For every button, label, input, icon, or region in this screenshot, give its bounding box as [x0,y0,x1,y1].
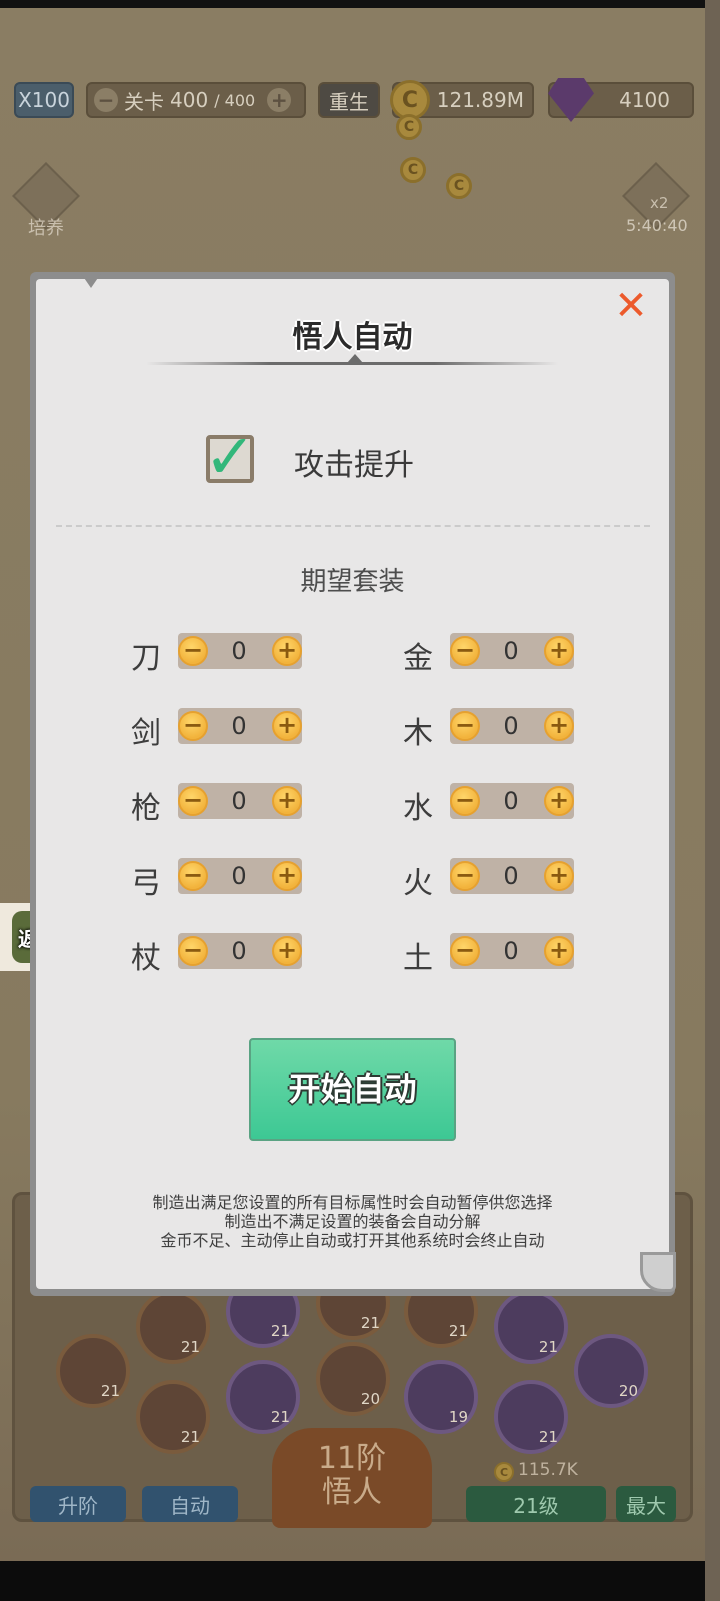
set-label: 剑 [131,716,161,751]
plus-button[interactable]: + [272,711,302,741]
set-value: 0 [231,637,247,665]
minus-button[interactable]: − [450,636,480,666]
expected-set-title: 期望套装 [300,567,405,597]
set-label: 枪 [131,791,161,826]
set-value: 0 [503,637,519,665]
auto-button[interactable]: 自动 [142,1486,238,1522]
minus-button[interactable]: − [178,936,208,966]
rank-line2: 悟人 [322,1475,382,1510]
minus-button[interactable]: − [450,936,480,966]
set-label: 杖 [131,941,161,976]
level-current: 400 [170,88,209,112]
minus-button[interactable]: − [178,786,208,816]
cultivate-label: 培养 [28,218,64,239]
level-label: 关卡 [124,89,164,114]
boost-label: x2 [650,194,669,212]
plus-button[interactable]: + [544,786,574,816]
level-stepper[interactable]: 21级 [466,1486,606,1522]
set-value: 0 [503,862,519,890]
plus-button[interactable]: + [272,786,302,816]
attack-boost-label: 攻击提升 [294,448,414,483]
plus-button[interactable]: + [544,711,574,741]
multiplier-button[interactable]: X100 [14,82,74,118]
set-value: 0 [231,937,247,965]
close-icon[interactable]: ✕ [612,286,650,326]
note-line-3: 金币不足、主动停止自动或打开其他系统时会终止自动 [160,1231,545,1250]
floating-coin-icon: C [446,173,472,199]
plus-button[interactable]: + [272,861,302,891]
set-value: 0 [231,712,247,740]
set-value: 0 [503,937,519,965]
set-label: 金 [403,641,433,676]
zodiac-ox[interactable]: 21 [136,1290,210,1364]
zodiac-goat[interactable]: 21 [136,1380,210,1454]
set-value: 0 [231,787,247,815]
plus-button[interactable]: + [272,636,302,666]
zodiac-rooster[interactable]: 20 [316,1342,390,1416]
minus-button[interactable]: − [178,861,208,891]
minus-button[interactable]: − [450,861,480,891]
zodiac-snake[interactable]: 21 [494,1290,568,1364]
minus-button[interactable]: − [178,636,208,666]
zodiac-monkey[interactable]: 21 [226,1360,300,1434]
dialog-title: 悟人自动 [292,320,413,355]
zodiac-pig[interactable]: 21 [494,1380,568,1454]
level-minus-button[interactable]: − [94,88,118,112]
set-label: 水 [403,791,433,826]
set-label: 火 [403,866,433,901]
section-divider [56,525,650,527]
zodiac-horse[interactable]: 20 [574,1334,648,1408]
top-strip [0,0,705,8]
minus-button[interactable]: − [450,786,480,816]
set-value: 0 [503,787,519,815]
set-label: 木 [403,716,433,751]
set-label: 土 [403,941,433,976]
rank-display[interactable]: 11阶 悟人 [272,1428,432,1528]
max-button[interactable]: 最大 [616,1486,676,1522]
zodiac-rat[interactable]: 21 [56,1334,130,1408]
level-display: − 关卡 400 / 400 + [86,82,306,118]
plus-button[interactable]: + [544,636,574,666]
level-value: 21级 [513,1493,559,1518]
set-label: 刀 [131,641,161,676]
bottom-bar [0,1561,705,1601]
set-value: 0 [503,712,519,740]
plus-button[interactable]: + [272,936,302,966]
level-plus-button[interactable]: + [267,88,292,112]
set-label: 弓 [131,866,161,901]
rank-line1: 11阶 [317,1441,387,1476]
minus-button[interactable]: − [450,711,480,741]
set-value: 0 [231,862,247,890]
plus-button[interactable]: + [544,861,574,891]
checkmark-icon: ✓ [204,420,256,493]
cost-coin-icon: C [494,1462,514,1482]
level-total: / 400 [214,90,256,110]
start-auto-button[interactable]: 开始自动 [249,1038,456,1141]
floating-coin-icon: C [400,157,426,183]
upgrade-button[interactable]: 升阶 [30,1486,126,1522]
cost-value: 115.7K [518,1460,578,1480]
rebirth-button[interactable]: 重生 [318,82,380,118]
floating-coin-icon: C [396,114,422,140]
boost-timer: 5:40:40 [626,216,688,235]
minus-button[interactable]: − [178,711,208,741]
zodiac-dog[interactable]: 19 [404,1360,478,1434]
plus-button[interactable]: + [544,936,574,966]
